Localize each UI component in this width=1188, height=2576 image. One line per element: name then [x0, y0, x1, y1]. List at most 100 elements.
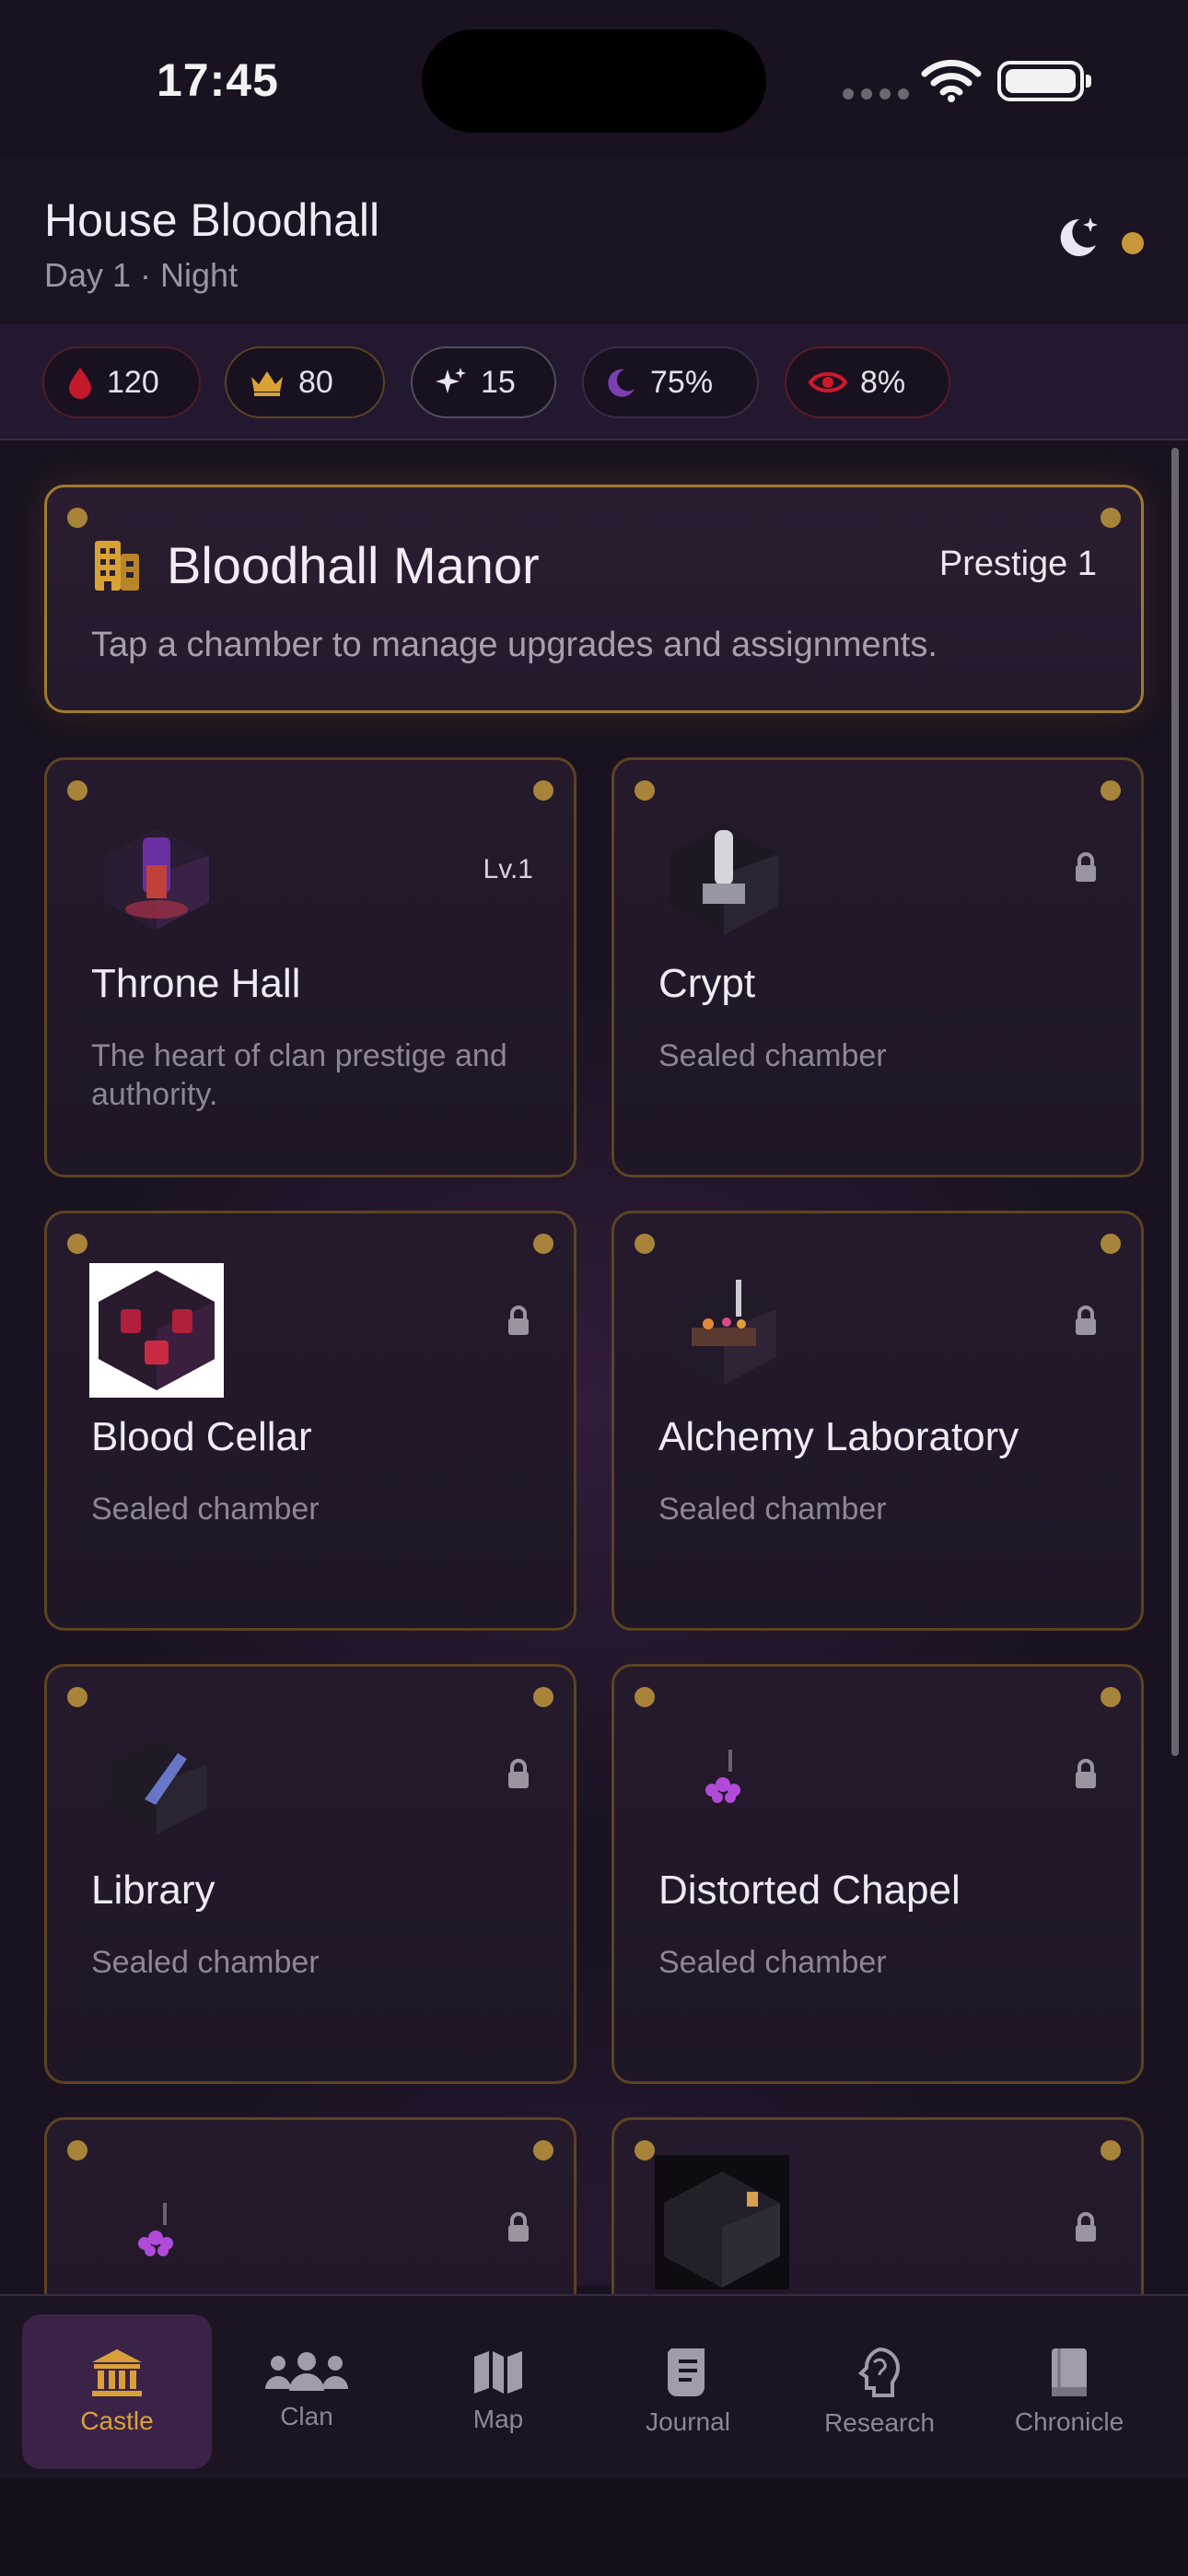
corner-rivet [533, 2140, 553, 2160]
eye-icon [809, 372, 847, 392]
chamber-description: Sealed chamber [658, 1038, 887, 1073]
corner-rivet [635, 780, 655, 801]
house-title: House Bloodhall [44, 194, 380, 246]
corner-rivet [635, 2140, 655, 2160]
throne-hall-image [104, 828, 209, 930]
corner-rivet [67, 2140, 87, 2160]
corner-rivet [635, 1234, 655, 1254]
status-bar: 17:45 [0, 0, 1188, 157]
chamber-description: Sealed chamber [658, 1945, 887, 1980]
spark-resource[interactable]: 15 [411, 346, 556, 418]
manor-title: Bloodhall Manor [167, 536, 540, 594]
alchemy-lab-image [671, 1280, 776, 1385]
prestige-label: Prestige 1 [938, 544, 1097, 583]
day-phase-label: Day 1 · Night [44, 256, 239, 294]
tab-castle[interactable]: Castle [22, 2314, 212, 2469]
library-image [106, 1739, 207, 1834]
chamber-card-throne-hall[interactable]: Lv.1 Throne Hall The heart of clan prest… [44, 757, 577, 1177]
chronicle-icon [1052, 2348, 1087, 2396]
moon-resource[interactable]: 75% [582, 346, 759, 418]
chamber-title: Throne Hall [91, 961, 301, 1006]
spark-value: 15 [481, 364, 516, 400]
chamber-title: Crypt [658, 961, 756, 1006]
blood-drop-icon [69, 368, 91, 399]
wifi-icon [921, 59, 982, 102]
chamber-card[interactable] [611, 2117, 1144, 2294]
chamber-image [655, 2155, 789, 2289]
chamber-card-distorted-chapel[interactable]: Distorted Chapel Sealed chamber [611, 1664, 1144, 2084]
corner-rivet [67, 780, 87, 801]
sparkle-icon [436, 368, 466, 393]
chamber-title: Library [91, 1868, 215, 1913]
chamber-level-badge: Lv.1 [483, 854, 533, 884]
lock-icon [508, 1759, 529, 1788]
chamber-card[interactable] [44, 2117, 577, 2294]
chamber-title: Distorted Chapel [658, 1868, 961, 1913]
tab-label: Research [824, 2408, 935, 2437]
blood-resource[interactable]: 120 [42, 346, 201, 418]
journal-icon [668, 2348, 705, 2396]
tab-map[interactable]: Map [403, 2314, 593, 2469]
home-indicator-area [0, 2478, 1188, 2576]
manor-subtitle: Tap a chamber to manage upgrades and ass… [91, 626, 938, 664]
corner-rivet [1101, 1687, 1121, 1707]
corner-rivet [533, 1687, 553, 1707]
clan-icon [265, 2352, 348, 2391]
blood-cellar-image [89, 1263, 224, 1398]
corner-rivet [67, 508, 87, 528]
cellular-signal-icon [843, 88, 909, 100]
tab-research[interactable]: Research [785, 2314, 974, 2469]
tab-label: Clan [280, 2402, 333, 2430]
battery-icon [997, 61, 1091, 101]
blood-value: 120 [107, 364, 159, 400]
night-moon-icon[interactable] [1052, 212, 1103, 263]
building-icon [95, 541, 139, 591]
corner-rivet [533, 780, 553, 801]
corner-rivet [635, 1687, 655, 1707]
chamber-card-blood-cellar[interactable]: Blood Cellar Sealed chamber [44, 1211, 577, 1631]
chamber-image [138, 2203, 173, 2256]
app-header: House Bloodhall Day 1 · Night [0, 157, 1188, 324]
tab-clan[interactable]: Clan [212, 2314, 402, 2469]
lock-icon [1076, 1759, 1096, 1788]
chamber-description: Sealed chamber [658, 1492, 887, 1527]
chamber-description: The heart of clan prestige and authority… [91, 1038, 507, 1112]
corner-rivet [1101, 780, 1121, 801]
prestige-resource[interactable]: 80 [225, 346, 385, 418]
castle-icon [92, 2349, 142, 2396]
chamber-card-alchemy-laboratory[interactable]: Alchemy Laboratory Sealed chamber [611, 1211, 1144, 1631]
dynamic-island [422, 29, 766, 133]
status-time: 17:45 [157, 54, 279, 106]
crypt-image [670, 825, 778, 935]
distorted-chapel-image [705, 1750, 740, 1803]
tab-label: Chronicle [1014, 2407, 1124, 2436]
eye-resource[interactable]: 8% [785, 346, 950, 418]
notification-dot [1122, 232, 1144, 254]
chamber-grid: Lv.1 Throne Hall The heart of clan prest… [0, 746, 1188, 2294]
corner-rivet [1101, 1234, 1121, 1254]
chamber-description: Sealed chamber [91, 1492, 320, 1527]
tab-chronicle[interactable]: Chronicle [974, 2314, 1164, 2469]
lock-icon [1076, 1306, 1096, 1335]
chamber-title: Alchemy Laboratory [658, 1414, 1019, 1459]
tab-journal[interactable]: Journal [593, 2314, 783, 2469]
moon-value: 75% [650, 364, 714, 400]
manor-card: Bloodhall Manor Prestige 1 Tap a chamber… [44, 485, 1144, 713]
corner-rivet [67, 1687, 87, 1707]
prestige-value: 80 [298, 364, 333, 400]
chamber-card-library[interactable]: Library Sealed chamber [44, 1664, 577, 2084]
crescent-moon-icon [608, 369, 635, 397]
tab-label: Map [472, 2405, 524, 2433]
tab-label: Journal [646, 2407, 730, 2436]
research-icon [857, 2347, 901, 2397]
chamber-description: Sealed chamber [91, 1945, 320, 1980]
chamber-card-crypt[interactable]: Crypt Sealed chamber [611, 757, 1144, 1177]
corner-rivet [1101, 2140, 1121, 2160]
corner-rivet [533, 1234, 553, 1254]
resource-bar: 120 80 15 75% 8% [0, 324, 1188, 440]
crown-icon [251, 371, 283, 396]
chamber-title: Blood Cellar [91, 1414, 312, 1459]
map-icon [474, 2351, 522, 2394]
eye-value: 8% [860, 364, 906, 400]
lock-icon [1076, 852, 1096, 882]
